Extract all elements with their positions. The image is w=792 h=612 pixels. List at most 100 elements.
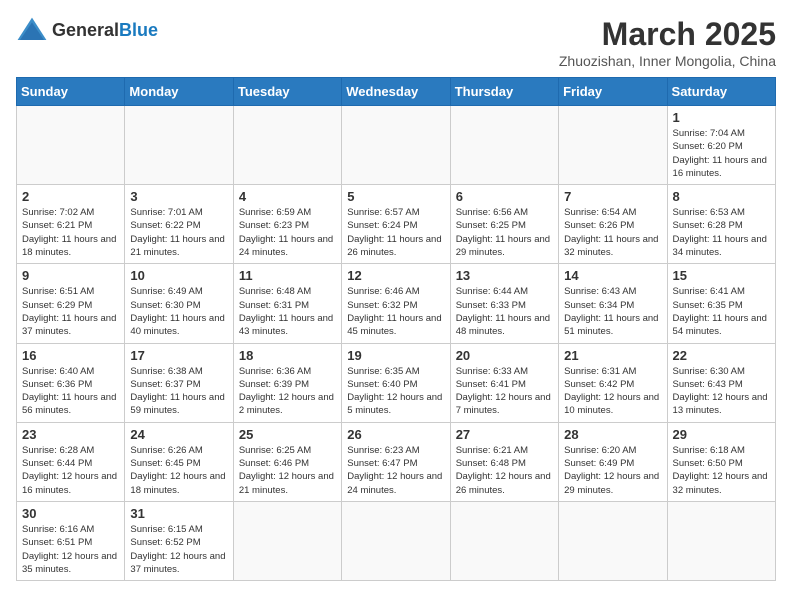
calendar-cell: 7 Sunrise: 6:54 AM Sunset: 6:26 PM Daylig… — [559, 185, 667, 264]
day-number: 2 — [22, 189, 119, 204]
calendar-week-2: 2 Sunrise: 7:02 AM Sunset: 6:21 PM Daylig… — [17, 185, 776, 264]
day-number: 7 — [564, 189, 661, 204]
day-info: Sunrise: 6:59 AM Sunset: 6:23 PM Dayligh… — [239, 206, 336, 259]
calendar-week-6: 30 Sunrise: 6:16 AM Sunset: 6:51 PM Dayli… — [17, 501, 776, 580]
calendar-cell: 21 Sunrise: 6:31 AM Sunset: 6:42 PM Dayli… — [559, 343, 667, 422]
calendar-cell — [450, 106, 558, 185]
weekday-header-sunday: Sunday — [17, 78, 125, 106]
calendar-cell: 31Sunrise: 6:15 AM Sunset: 6:52 PM Dayli… — [125, 501, 233, 580]
calendar-subtitle: Zhuozishan, Inner Mongolia, China — [559, 53, 776, 69]
day-info: Sunrise: 6:54 AM Sunset: 6:26 PM Dayligh… — [564, 206, 661, 259]
day-info: Sunrise: 6:30 AM Sunset: 6:43 PM Dayligh… — [673, 365, 770, 418]
day-number: 17 — [130, 348, 227, 363]
day-number: 15 — [673, 268, 770, 283]
day-number: 28 — [564, 427, 661, 442]
calendar-week-5: 23 Sunrise: 6:28 AM Sunset: 6:44 PM Dayli… — [17, 422, 776, 501]
calendar-cell: 9 Sunrise: 6:51 AM Sunset: 6:29 PM Daylig… — [17, 264, 125, 343]
day-info: Sunrise: 6:48 AM Sunset: 6:31 PM Dayligh… — [239, 285, 336, 338]
day-number: 6 — [456, 189, 553, 204]
calendar-cell: 4 Sunrise: 6:59 AM Sunset: 6:23 PM Daylig… — [233, 185, 341, 264]
calendar-title: March 2025 — [559, 16, 776, 53]
day-info: Sunrise: 6:46 AM Sunset: 6:32 PM Dayligh… — [347, 285, 444, 338]
calendar-week-4: 16Sunrise: 6:40 AM Sunset: 6:36 PM Dayli… — [17, 343, 776, 422]
calendar-cell: 11Sunrise: 6:48 AM Sunset: 6:31 PM Dayli… — [233, 264, 341, 343]
day-number: 4 — [239, 189, 336, 204]
day-number: 10 — [130, 268, 227, 283]
day-info: Sunrise: 6:25 AM Sunset: 6:46 PM Dayligh… — [239, 444, 336, 497]
day-number: 30 — [22, 506, 119, 521]
day-number: 23 — [22, 427, 119, 442]
calendar-week-1: 1Sunrise: 7:04 AM Sunset: 6:20 PM Daylig… — [17, 106, 776, 185]
calendar-table: SundayMondayTuesdayWednesdayThursdayFrid… — [16, 77, 776, 581]
day-info: Sunrise: 7:02 AM Sunset: 6:21 PM Dayligh… — [22, 206, 119, 259]
day-info: Sunrise: 6:28 AM Sunset: 6:44 PM Dayligh… — [22, 444, 119, 497]
header: GeneralBlue March 2025 Zhuozishan, Inner… — [16, 16, 776, 69]
calendar-cell — [233, 501, 341, 580]
calendar-cell: 25 Sunrise: 6:25 AM Sunset: 6:46 PM Dayli… — [233, 422, 341, 501]
calendar-header: SundayMondayTuesdayWednesdayThursdayFrid… — [17, 78, 776, 106]
day-info: Sunrise: 6:16 AM Sunset: 6:51 PM Dayligh… — [22, 523, 119, 576]
calendar-week-3: 9 Sunrise: 6:51 AM Sunset: 6:29 PM Daylig… — [17, 264, 776, 343]
day-number: 13 — [456, 268, 553, 283]
day-info: Sunrise: 6:57 AM Sunset: 6:24 PM Dayligh… — [347, 206, 444, 259]
day-info: Sunrise: 6:49 AM Sunset: 6:30 PM Dayligh… — [130, 285, 227, 338]
day-info: Sunrise: 6:53 AM Sunset: 6:28 PM Dayligh… — [673, 206, 770, 259]
day-number: 31 — [130, 506, 227, 521]
day-number: 24 — [130, 427, 227, 442]
calendar-cell: 6 Sunrise: 6:56 AM Sunset: 6:25 PM Daylig… — [450, 185, 558, 264]
day-number: 22 — [673, 348, 770, 363]
calendar-cell: 23 Sunrise: 6:28 AM Sunset: 6:44 PM Dayli… — [17, 422, 125, 501]
day-info: Sunrise: 6:31 AM Sunset: 6:42 PM Dayligh… — [564, 365, 661, 418]
day-info: Sunrise: 6:26 AM Sunset: 6:45 PM Dayligh… — [130, 444, 227, 497]
weekday-header-thursday: Thursday — [450, 78, 558, 106]
day-number: 26 — [347, 427, 444, 442]
day-number: 20 — [456, 348, 553, 363]
calendar-cell — [17, 106, 125, 185]
calendar-cell: 14 Sunrise: 6:43 AM Sunset: 6:34 PM Dayli… — [559, 264, 667, 343]
title-area: March 2025 Zhuozishan, Inner Mongolia, C… — [559, 16, 776, 69]
calendar-cell: 24 Sunrise: 6:26 AM Sunset: 6:45 PM Dayli… — [125, 422, 233, 501]
calendar-cell — [667, 501, 775, 580]
day-number: 27 — [456, 427, 553, 442]
weekday-row: SundayMondayTuesdayWednesdayThursdayFrid… — [17, 78, 776, 106]
calendar-cell: 17 Sunrise: 6:38 AM Sunset: 6:37 PM Dayli… — [125, 343, 233, 422]
day-number: 25 — [239, 427, 336, 442]
day-info: Sunrise: 6:51 AM Sunset: 6:29 PM Dayligh… — [22, 285, 119, 338]
weekday-header-saturday: Saturday — [667, 78, 775, 106]
day-info: Sunrise: 6:38 AM Sunset: 6:37 PM Dayligh… — [130, 365, 227, 418]
day-number: 21 — [564, 348, 661, 363]
logo-label: GeneralBlue — [52, 20, 158, 41]
calendar-cell: 8 Sunrise: 6:53 AM Sunset: 6:28 PM Daylig… — [667, 185, 775, 264]
day-number: 5 — [347, 189, 444, 204]
calendar-cell — [125, 106, 233, 185]
day-info: Sunrise: 6:35 AM Sunset: 6:40 PM Dayligh… — [347, 365, 444, 418]
day-info: Sunrise: 7:04 AM Sunset: 6:20 PM Dayligh… — [673, 127, 770, 180]
weekday-header-friday: Friday — [559, 78, 667, 106]
day-number: 18 — [239, 348, 336, 363]
calendar-cell: 16Sunrise: 6:40 AM Sunset: 6:36 PM Dayli… — [17, 343, 125, 422]
weekday-header-wednesday: Wednesday — [342, 78, 450, 106]
logo-svg — [16, 16, 48, 44]
calendar-cell: 28Sunrise: 6:20 AM Sunset: 6:49 PM Dayli… — [559, 422, 667, 501]
day-number: 3 — [130, 189, 227, 204]
calendar-cell — [559, 501, 667, 580]
weekday-header-monday: Monday — [125, 78, 233, 106]
day-info: Sunrise: 6:44 AM Sunset: 6:33 PM Dayligh… — [456, 285, 553, 338]
calendar-cell: 3Sunrise: 7:01 AM Sunset: 6:22 PM Daylig… — [125, 185, 233, 264]
calendar-cell: 29Sunrise: 6:18 AM Sunset: 6:50 PM Dayli… — [667, 422, 775, 501]
day-number: 8 — [673, 189, 770, 204]
calendar-cell: 13 Sunrise: 6:44 AM Sunset: 6:33 PM Dayli… — [450, 264, 558, 343]
day-info: Sunrise: 6:43 AM Sunset: 6:34 PM Dayligh… — [564, 285, 661, 338]
calendar-cell: 18 Sunrise: 6:36 AM Sunset: 6:39 PM Dayli… — [233, 343, 341, 422]
day-number: 14 — [564, 268, 661, 283]
calendar-cell: 20Sunrise: 6:33 AM Sunset: 6:41 PM Dayli… — [450, 343, 558, 422]
calendar-cell — [342, 106, 450, 185]
calendar-cell: 27 Sunrise: 6:21 AM Sunset: 6:48 PM Dayli… — [450, 422, 558, 501]
day-info: Sunrise: 6:56 AM Sunset: 6:25 PM Dayligh… — [456, 206, 553, 259]
day-info: Sunrise: 6:21 AM Sunset: 6:48 PM Dayligh… — [456, 444, 553, 497]
day-number: 12 — [347, 268, 444, 283]
calendar-cell — [233, 106, 341, 185]
day-number: 29 — [673, 427, 770, 442]
day-number: 9 — [22, 268, 119, 283]
day-info: Sunrise: 6:36 AM Sunset: 6:39 PM Dayligh… — [239, 365, 336, 418]
